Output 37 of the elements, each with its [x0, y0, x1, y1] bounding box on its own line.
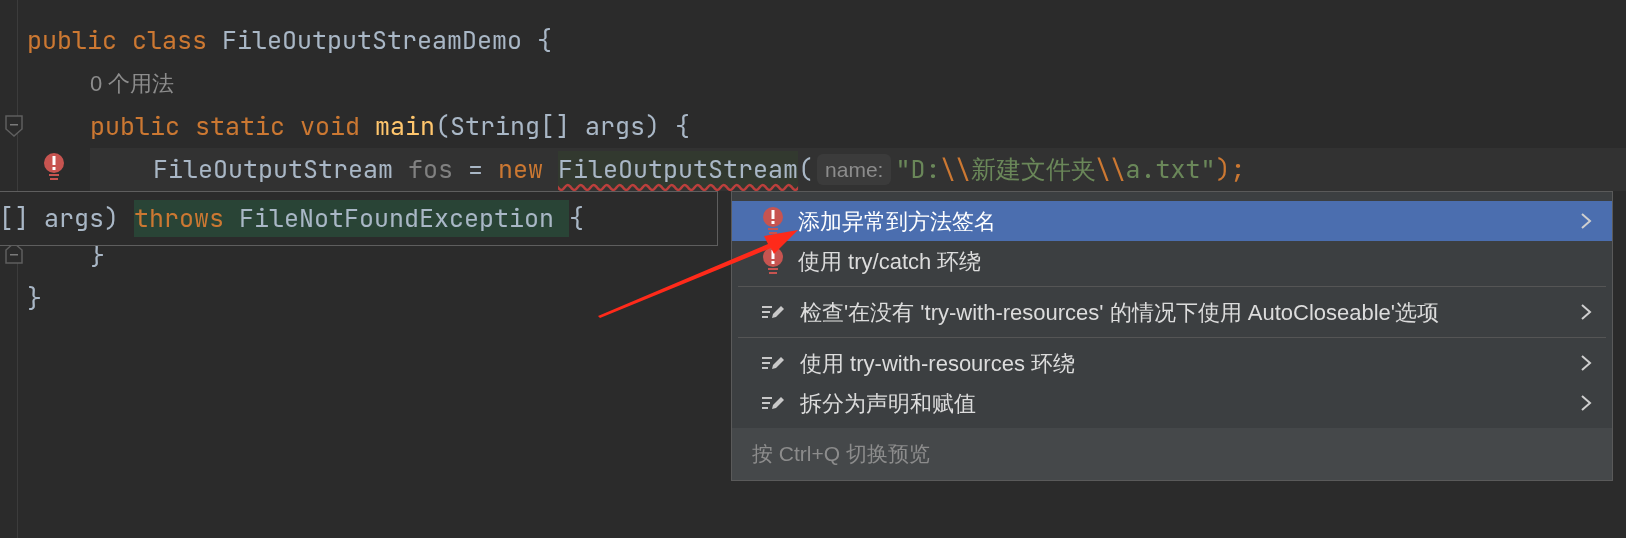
chevron-right-icon: [1580, 354, 1592, 372]
menu-item[interactable]: 使用 try-with-resources 环绕: [732, 343, 1612, 383]
code-text: (String[] args) {: [435, 107, 691, 145]
menu-footer-hint: 按 Ctrl+Q 切换预览: [752, 441, 930, 468]
usage-hint: 0 个用法: [90, 70, 175, 98]
code-text: FileOutputStreamDemo {: [221, 21, 553, 59]
code-text: }: [27, 279, 42, 317]
edit-icon: [762, 395, 786, 411]
string-literal: 新建文件夹: [970, 150, 1096, 188]
keyword: public class: [27, 21, 207, 59]
code-text: [] args): [0, 199, 120, 237]
code-text: FileOutputStream: [153, 150, 394, 188]
menu-item[interactable]: 添加异常到方法签名: [732, 201, 1612, 241]
code-text: (: [798, 150, 814, 188]
keyword: );: [1215, 150, 1246, 188]
code-text: {: [569, 199, 585, 237]
method-name: main: [375, 107, 436, 145]
constructor-call: FileOutputStream: [558, 150, 799, 189]
exception-name: FileNotFoundException: [224, 199, 570, 238]
edit-icon: [762, 355, 786, 371]
keyword: public static void: [90, 107, 361, 145]
chevron-right-icon: [1580, 212, 1592, 230]
escape-sequence: \\: [940, 150, 971, 188]
escape-sequence: \\: [1095, 150, 1126, 188]
string-literal: a.txt": [1125, 150, 1216, 188]
chevron-right-icon: [1580, 394, 1592, 412]
parameter-hint: name:: [817, 153, 892, 186]
keyword: new: [498, 150, 545, 188]
edit-icon: [762, 304, 786, 320]
keyword: throws: [134, 199, 225, 238]
string-literal: "D:: [895, 150, 941, 188]
variable-name: fos: [408, 150, 454, 188]
menu-item[interactable]: 检查'在没有 'try-with-resources' 的情况下使用 AutoCloseable'选项: [732, 292, 1612, 332]
menu-item[interactable]: 拆分为声明和赋值: [732, 383, 1612, 423]
error-bulb-icon[interactable]: [43, 152, 65, 182]
chevron-right-icon: [1580, 303, 1592, 321]
code-text: =: [467, 150, 485, 188]
